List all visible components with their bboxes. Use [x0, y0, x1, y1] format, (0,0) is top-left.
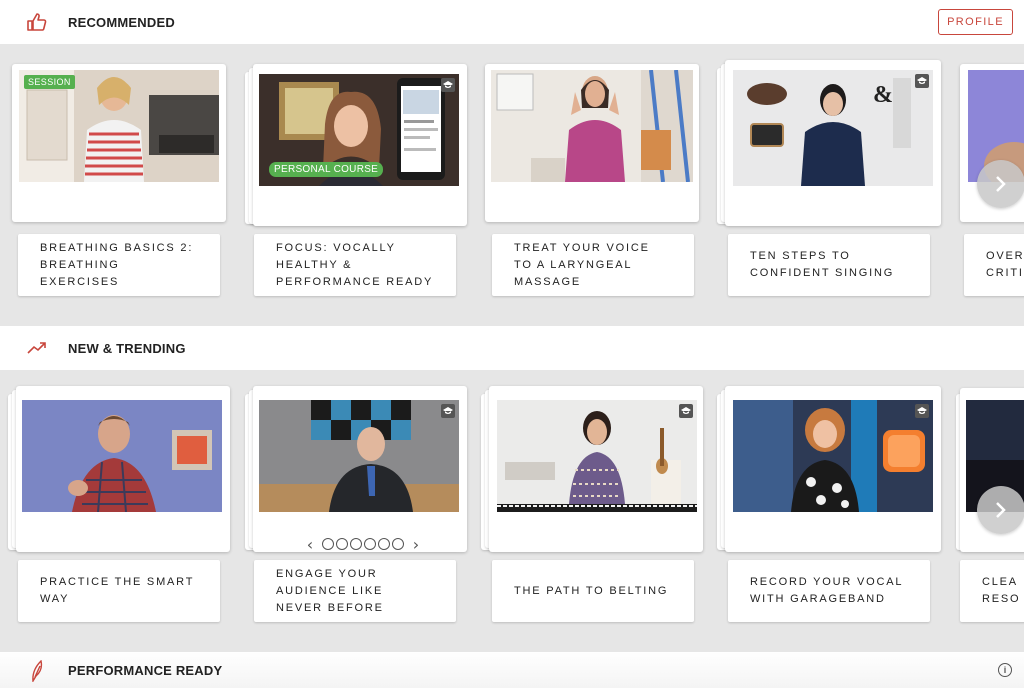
card-title: PRACTICE THE SMART WAY [40, 576, 195, 605]
video-thumbnail[interactable]: SESSION [19, 70, 219, 182]
card-title: CLEA RESO [982, 576, 1021, 605]
graduation-cap-icon [679, 404, 693, 418]
video-thumbnail[interactable] [259, 400, 459, 512]
chevron-right-icon[interactable]: › [406, 535, 426, 554]
card-title: TEN STEPS TO CONFIDENT SINGING [750, 250, 895, 279]
graduation-cap-icon [441, 78, 455, 92]
card-poster: PERSONAL COURSE [253, 64, 467, 226]
section-title-new-trending: NEW & TRENDING [68, 340, 186, 356]
pagination-dot[interactable] [378, 538, 390, 550]
carousel-next-button[interactable] [977, 486, 1024, 534]
card-poster [725, 386, 941, 552]
section-title-performance-ready: PERFORMANCE READY [68, 662, 223, 678]
profile-button[interactable]: PROFILE [938, 9, 1013, 35]
card-title: TREAT YOUR VOICE TO A LARYNGEAL MASSAGE [514, 241, 650, 288]
card-title: OVER CRITI [986, 250, 1024, 279]
card-title-box[interactable]: ENGAGE YOUR AUDIENCE LIKE NEVER BEFORE [254, 560, 456, 622]
recommended-row: SESSION BREATHING BASICS 2: BREATHING EX… [0, 44, 1024, 326]
card-title-box[interactable]: FOCUS: VOCALLY HEALTHY & PERFORMANCE REA… [254, 234, 456, 296]
card-poster [16, 386, 230, 552]
card-title-box[interactable]: PRACTICE THE SMART WAY [18, 560, 220, 622]
new-trending-header: NEW & TRENDING [0, 326, 1024, 370]
card-title-box[interactable]: THE PATH TO BELTING [492, 560, 694, 622]
svg-text:&: & [873, 82, 893, 108]
pagination-dot[interactable] [350, 538, 362, 550]
info-icon[interactable]: i [998, 663, 1012, 677]
recommended-header: RECOMMENDED PROFILE [0, 0, 1024, 44]
card-poster [489, 386, 703, 552]
video-thumbnail[interactable] [733, 400, 933, 512]
pagination-dot[interactable] [364, 538, 376, 550]
card-title-box[interactable]: TREAT YOUR VOICE TO A LARYNGEAL MASSAGE [492, 234, 694, 296]
section-title-recommended: RECOMMENDED [68, 14, 175, 30]
card-title-box[interactable]: BREATHING BASICS 2: BREATHING EXERCISES [18, 234, 220, 296]
session-badge: SESSION [24, 75, 75, 89]
thumbs-up-icon [26, 11, 48, 33]
video-thumbnail[interactable]: PERSONAL COURSE [259, 74, 459, 186]
course-card[interactable]: PRACTICE THE SMART WAY [6, 370, 230, 632]
carousel-next-button[interactable] [977, 160, 1024, 208]
card-poster [485, 64, 699, 222]
graduation-cap-icon [915, 404, 929, 418]
course-card[interactable]: SESSION BREATHING BASICS 2: BREATHING EX… [12, 44, 232, 306]
card-title-box[interactable]: OVER CRITI [964, 234, 1024, 296]
new-trending-row: PRACTICE THE SMART WAY ‹ › ENGAGE YOUR A… [0, 370, 1024, 652]
graduation-cap-icon [441, 404, 455, 418]
chevron-left-icon[interactable]: ‹ [300, 535, 320, 554]
card-poster: ‹ › [253, 386, 467, 554]
card-poster: SESSION [12, 64, 226, 222]
pagination-dot[interactable] [322, 538, 334, 550]
graduation-cap-icon [915, 74, 929, 88]
personal-course-badge: PERSONAL COURSE [269, 162, 384, 177]
card-poster: & [725, 60, 941, 226]
course-card[interactable]: PERSONAL COURSE FOCUS: VOCALLY HEALTHY &… [242, 44, 467, 306]
video-thumbnail[interactable]: & [733, 70, 933, 186]
video-thumbnail[interactable] [491, 70, 693, 182]
course-card[interactable]: THE PATH TO BELTING [480, 370, 703, 632]
video-thumbnail[interactable] [22, 400, 222, 512]
card-title-box[interactable]: CLEA RESO [960, 560, 1024, 622]
feather-icon [26, 660, 48, 682]
trending-up-icon [26, 337, 48, 359]
pagination-dot[interactable] [336, 538, 348, 550]
video-thumbnail[interactable] [497, 400, 697, 512]
card-title: RECORD YOUR VOCAL WITH GARAGEBAND [750, 576, 903, 605]
card-title: THE PATH TO BELTING [514, 584, 669, 597]
course-card[interactable]: & TEN STEPS TO CONFIDENT SINGING [716, 44, 941, 306]
pagination-dot[interactable] [392, 538, 404, 550]
card-title: FOCUS: VOCALLY HEALTHY & PERFORMANCE REA… [276, 241, 434, 288]
chevron-right-icon [996, 176, 1006, 192]
chevron-right-icon [996, 502, 1006, 518]
carousel-pagination: ‹ › [293, 535, 433, 554]
course-card[interactable]: TREAT YOUR VOICE TO A LARYNGEAL MASSAGE [480, 44, 700, 306]
performance-ready-header: PERFORMANCE READY i [0, 652, 1024, 688]
course-card[interactable]: RECORD YOUR VOCAL WITH GARAGEBAND [716, 370, 941, 632]
card-title-box[interactable]: RECORD YOUR VOCAL WITH GARAGEBAND [728, 560, 930, 622]
course-card[interactable]: ‹ › ENGAGE YOUR AUDIENCE LIKE NEVER BEFO… [242, 370, 467, 632]
card-title: ENGAGE YOUR AUDIENCE LIKE NEVER BEFORE [276, 567, 384, 614]
card-title: BREATHING BASICS 2: BREATHING EXERCISES [40, 241, 194, 288]
card-title-box[interactable]: TEN STEPS TO CONFIDENT SINGING [728, 234, 930, 296]
